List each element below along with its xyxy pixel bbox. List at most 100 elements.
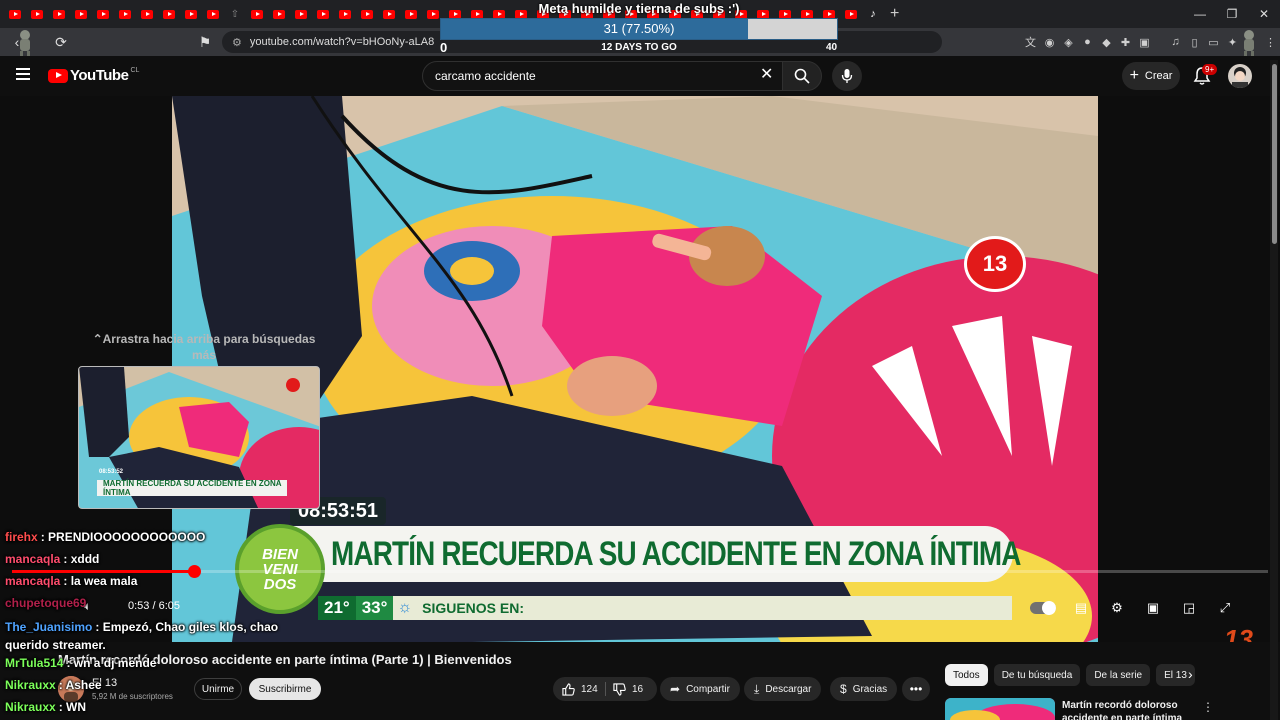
browser-tab[interactable] [70, 0, 92, 28]
download-button[interactable]: ⤓ Descargar [744, 677, 822, 701]
new-tab-button[interactable]: + [890, 5, 899, 23]
extension-icon[interactable]: ● [1079, 34, 1096, 51]
plus-icon: + [1129, 67, 1139, 84]
related-more-icon[interactable]: ⋮ [1202, 700, 1214, 714]
video-progress-played [12, 570, 195, 573]
subtitles-icon[interactable]: ▤ [1070, 597, 1092, 619]
search-icon [794, 68, 810, 84]
browser-tab[interactable] [48, 0, 70, 28]
channel-bug-logo: 13 [964, 236, 1026, 292]
media-icon[interactable]: ♫ [1167, 34, 1184, 51]
microphone-icon [841, 69, 853, 83]
browser-tab[interactable] [840, 0, 862, 28]
clear-search-icon[interactable]: ✕ [760, 64, 773, 84]
youtube-tab-icon [383, 9, 395, 19]
browser-tab[interactable] [26, 0, 48, 28]
browser-tab[interactable] [136, 0, 158, 28]
chat-message: Nikrauxx: WN [5, 700, 86, 714]
settings-gear-icon[interactable]: ⚙ [1106, 597, 1128, 619]
chat-message: mancaqla: xddd [5, 552, 99, 566]
channel-watermark: 13 [1224, 624, 1253, 642]
thanks-icon: $ [840, 682, 847, 696]
chevron-right-icon[interactable]: › [1188, 666, 1193, 682]
chat-username: The_Juanisimo [5, 620, 93, 634]
subscribe-button[interactable]: Suscribirme [249, 678, 321, 700]
youtube-logo[interactable]: YouTube CL [48, 67, 139, 84]
sidebar-icon[interactable]: ▯ [1186, 34, 1203, 51]
search-button[interactable] [782, 61, 822, 91]
notifications-badge: 9+ [1202, 64, 1218, 75]
cast-icon[interactable]: ◲ [1178, 597, 1200, 619]
browser-tab[interactable] [356, 0, 378, 28]
more-actions-icon[interactable]: ••• [902, 677, 930, 701]
create-button[interactable]: + Crear [1122, 62, 1180, 90]
chat-text: : WN [58, 700, 87, 714]
reload-icon[interactable]: ⟳ [48, 29, 74, 55]
translate-icon[interactable]: 文 [1022, 34, 1039, 51]
menu-icon[interactable]: ⋮ [1262, 34, 1279, 51]
extension-icon[interactable]: ◈ [1060, 34, 1077, 51]
site-info-icon[interactable]: ⚙ [232, 36, 242, 49]
bookmark-icon[interactable]: ⚑ [192, 29, 218, 55]
chat-username: MrTula514 [5, 656, 64, 670]
fullscreen-icon[interactable]: ⤢ [1214, 597, 1236, 619]
join-button[interactable]: Unirme [194, 678, 242, 700]
chat-message: MrTula514: wn a dj mende [5, 656, 156, 670]
related-video-thumbnail[interactable] [945, 698, 1055, 720]
thanks-label: Gracias [852, 683, 888, 695]
search-input[interactable]: carcamo accidente [422, 61, 786, 91]
browser-tab[interactable] [290, 0, 312, 28]
browser-tab[interactable] [312, 0, 334, 28]
browser-tab[interactable] [202, 0, 224, 28]
browser-tab[interactable] [114, 0, 136, 28]
thanks-button[interactable]: $ Gracias [830, 677, 898, 701]
upload-tab-icon: ⇧ [230, 8, 240, 20]
youtube-tab-icon [163, 9, 175, 19]
browser-tab[interactable] [4, 0, 26, 28]
download-icon: ⤓ [754, 681, 760, 696]
filter-chip[interactable]: De la serie [1086, 664, 1151, 686]
show-logo-line1: BIEN [262, 545, 298, 563]
youtube-tab-icon [141, 9, 153, 19]
browser-tab[interactable] [268, 0, 290, 28]
extension-icon[interactable]: ▣ [1136, 34, 1153, 51]
page-scrollbar-thumb[interactable] [1272, 64, 1277, 244]
related-video-title[interactable]: Martín recordó doloroso accidente en par… [1062, 699, 1192, 720]
like-button[interactable]: 124 [562, 677, 598, 701]
filter-chip[interactable]: Todos [945, 664, 988, 686]
video-progress-bar[interactable] [12, 565, 1268, 578]
menu-icon[interactable] [16, 68, 30, 80]
player-letterbox-right [1098, 96, 1280, 642]
voice-search-button[interactable] [832, 61, 862, 91]
dislike-button[interactable]: 16 [613, 677, 643, 701]
video-player[interactable]: 13 13 08:53:51 MARTÍN RECUERDA SU ACCIDE… [0, 96, 1280, 642]
player-controls-right: ▤ ⚙ ▣ ◲ ⤢ [1030, 597, 1236, 619]
share-button[interactable]: ➦ Compartir [660, 677, 740, 701]
wallet-icon[interactable]: ▭ [1205, 34, 1222, 51]
youtube-tab-icon [207, 9, 219, 19]
minimize-icon[interactable]: — [1184, 0, 1216, 28]
like-count: 124 [581, 683, 598, 695]
restore-icon[interactable]: ❐ [1216, 0, 1248, 28]
filter-chip[interactable]: De tu búsqueda [993, 664, 1081, 686]
puzzle-icon[interactable]: ✚ [1117, 34, 1134, 51]
extension-icon[interactable]: ◆ [1098, 34, 1115, 51]
browser-tab[interactable] [378, 0, 400, 28]
follow-us-text: SIGUENOS EN: [422, 600, 525, 616]
extension-icon[interactable]: ◉ [1041, 34, 1058, 51]
youtube-tab-icon [185, 9, 197, 19]
browser-tab[interactable] [400, 0, 422, 28]
browser-tab[interactable]: ⇧ [224, 0, 246, 28]
browser-tab[interactable]: ♪ [862, 0, 884, 28]
miniplayer-icon[interactable]: ▣ [1142, 597, 1164, 619]
user-avatar[interactable] [1228, 64, 1252, 88]
browser-tab[interactable] [180, 0, 202, 28]
browser-tab[interactable] [92, 0, 114, 28]
browser-tab[interactable] [334, 0, 356, 28]
chat-message: mancaqla: la wea mala [5, 574, 137, 588]
close-icon[interactable]: ✕ [1248, 0, 1280, 28]
browser-tab[interactable] [246, 0, 268, 28]
autoplay-toggle[interactable] [1030, 601, 1056, 615]
browser-tab[interactable] [158, 0, 180, 28]
youtube-tab-icon [75, 9, 87, 19]
